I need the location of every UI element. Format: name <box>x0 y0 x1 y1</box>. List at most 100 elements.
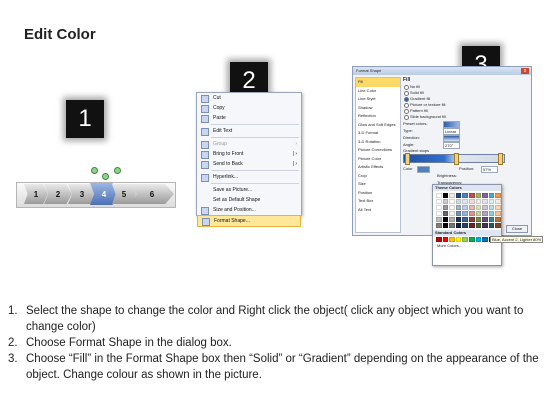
theme-color-swatch[interactable] <box>462 217 468 222</box>
theme-color-swatch[interactable] <box>482 193 488 198</box>
sidebar-item-line-color[interactable]: Line Color <box>356 87 400 96</box>
sidebar-item-glow[interactable]: Glow and Soft Edges <box>356 121 400 130</box>
theme-color-swatch[interactable] <box>468 193 475 198</box>
sidebar-item-position[interactable]: Position <box>356 189 400 198</box>
theme-color-swatch[interactable] <box>449 205 455 210</box>
standard-color-swatch[interactable] <box>482 237 488 242</box>
more-colors-link[interactable]: More Colors... <box>433 243 501 249</box>
sidebar-item-picture-color[interactable]: Picture Color <box>356 155 400 164</box>
theme-color-swatch[interactable] <box>488 211 495 216</box>
theme-color-swatch[interactable] <box>475 223 482 228</box>
standard-color-swatch[interactable] <box>475 237 482 242</box>
menu-item-save-as-picture[interactable]: Save as Picture... <box>197 185 301 195</box>
sidebar-item-line-style[interactable]: Line Style <box>356 95 400 104</box>
theme-color-swatch[interactable] <box>495 193 501 198</box>
menu-item-set-default-shape[interactable]: Set as Default Shape <box>197 195 301 205</box>
sidebar-item-fill[interactable]: Fill <box>356 78 400 87</box>
gradient-stop[interactable] <box>405 153 410 165</box>
sidebar-item-3d-rotation[interactable]: 3-D Rotation <box>356 138 400 147</box>
theme-color-swatch[interactable] <box>442 223 449 228</box>
rotation-handle[interactable] <box>91 167 98 174</box>
resize-handle[interactable] <box>114 167 121 174</box>
shape-1[interactable]: 1 <box>24 184 48 204</box>
theme-color-swatch[interactable] <box>462 199 468 204</box>
theme-color-swatch[interactable] <box>462 211 468 216</box>
theme-color-swatch[interactable] <box>436 217 442 222</box>
theme-color-swatch[interactable] <box>482 205 488 210</box>
menu-item-edit-text[interactable]: Edit Text <box>197 126 301 136</box>
theme-color-swatch[interactable] <box>462 205 468 210</box>
theme-color-swatch[interactable] <box>488 223 495 228</box>
theme-color-swatch[interactable] <box>468 217 475 222</box>
theme-color-swatch[interactable] <box>495 217 501 222</box>
theme-color-swatch[interactable] <box>475 217 482 222</box>
menu-item-copy[interactable]: Copy <box>197 103 301 113</box>
theme-color-swatch[interactable] <box>488 217 495 222</box>
theme-color-swatch[interactable] <box>482 217 488 222</box>
theme-color-swatch[interactable] <box>442 193 449 198</box>
theme-color-swatch[interactable] <box>475 205 482 210</box>
sidebar-item-alt-text[interactable]: Alt Text <box>356 206 400 215</box>
theme-color-swatch[interactable] <box>462 193 468 198</box>
theme-color-swatch[interactable] <box>482 199 488 204</box>
sidebar-item-size[interactable]: Size <box>356 180 400 189</box>
menu-item-bring-to-front[interactable]: Bring to Front | › <box>197 149 301 159</box>
theme-color-swatch[interactable] <box>482 211 488 216</box>
theme-color-swatch[interactable] <box>475 193 482 198</box>
theme-color-swatch[interactable] <box>436 193 442 198</box>
theme-color-swatch[interactable] <box>488 205 495 210</box>
menu-item-group[interactable]: Group › <box>197 139 301 149</box>
menu-item-send-to-back[interactable]: Send to Back | › <box>197 159 301 169</box>
theme-color-swatch[interactable] <box>495 223 501 228</box>
theme-color-swatch[interactable] <box>495 199 501 204</box>
theme-color-swatch[interactable] <box>442 217 449 222</box>
standard-color-swatch[interactable] <box>449 237 455 242</box>
theme-color-swatch[interactable] <box>436 199 442 204</box>
theme-color-swatch[interactable] <box>455 199 462 204</box>
sidebar-item-3d-format[interactable]: 3-D Format <box>356 129 400 138</box>
standard-color-swatch[interactable] <box>436 237 442 242</box>
theme-color-swatch[interactable] <box>475 199 482 204</box>
theme-color-swatch[interactable] <box>442 211 449 216</box>
menu-item-format-shape[interactable]: Format Shape... <box>197 215 301 227</box>
theme-color-swatch[interactable] <box>462 223 468 228</box>
shape-2[interactable]: 2 <box>44 184 72 204</box>
theme-color-swatch[interactable] <box>468 205 475 210</box>
theme-color-swatch[interactable] <box>468 223 475 228</box>
theme-color-swatch[interactable] <box>436 205 442 210</box>
theme-color-swatch[interactable] <box>488 193 495 198</box>
menu-item-size-position[interactable]: Size and Position... <box>197 205 301 215</box>
theme-color-swatch[interactable] <box>468 211 475 216</box>
standard-color-swatch[interactable] <box>468 237 475 242</box>
theme-color-swatch[interactable] <box>449 199 455 204</box>
theme-color-swatch[interactable] <box>475 211 482 216</box>
theme-color-swatch[interactable] <box>455 193 462 198</box>
menu-item-cut[interactable]: Cut <box>197 93 301 103</box>
gradient-stops-bar[interactable] <box>403 153 505 165</box>
theme-color-swatch[interactable] <box>449 211 455 216</box>
gradient-stop-selected[interactable] <box>454 153 459 165</box>
theme-color-swatch[interactable] <box>495 205 501 210</box>
shape-6[interactable]: 6 <box>130 184 174 204</box>
theme-color-swatch[interactable] <box>449 217 455 222</box>
theme-color-swatch[interactable] <box>482 223 488 228</box>
theme-color-swatch[interactable] <box>455 211 462 216</box>
theme-color-swatch[interactable] <box>455 205 462 210</box>
theme-color-swatch[interactable] <box>449 193 455 198</box>
menu-item-hyperlink[interactable]: Hyperlink... <box>197 172 301 182</box>
sidebar-item-shadow[interactable]: Shadow <box>356 104 400 113</box>
standard-color-swatch[interactable] <box>462 237 468 242</box>
theme-color-swatch[interactable] <box>436 223 442 228</box>
close-icon[interactable]: x <box>521 68 529 74</box>
menu-item-paste[interactable]: Paste <box>197 113 301 123</box>
sidebar-item-picture-corrections[interactable]: Picture Corrections <box>356 146 400 155</box>
gradient-stop[interactable] <box>498 153 503 165</box>
standard-color-swatch[interactable] <box>442 237 449 242</box>
theme-color-swatch[interactable] <box>449 223 455 228</box>
adjust-handle[interactable] <box>102 173 109 180</box>
close-button[interactable]: Close <box>506 225 528 233</box>
theme-color-swatch[interactable] <box>455 223 462 228</box>
sidebar-item-artistic-effects[interactable]: Artistic Effects <box>356 163 400 172</box>
sidebar-item-reflection[interactable]: Reflection <box>356 112 400 121</box>
theme-color-swatch[interactable] <box>455 217 462 222</box>
